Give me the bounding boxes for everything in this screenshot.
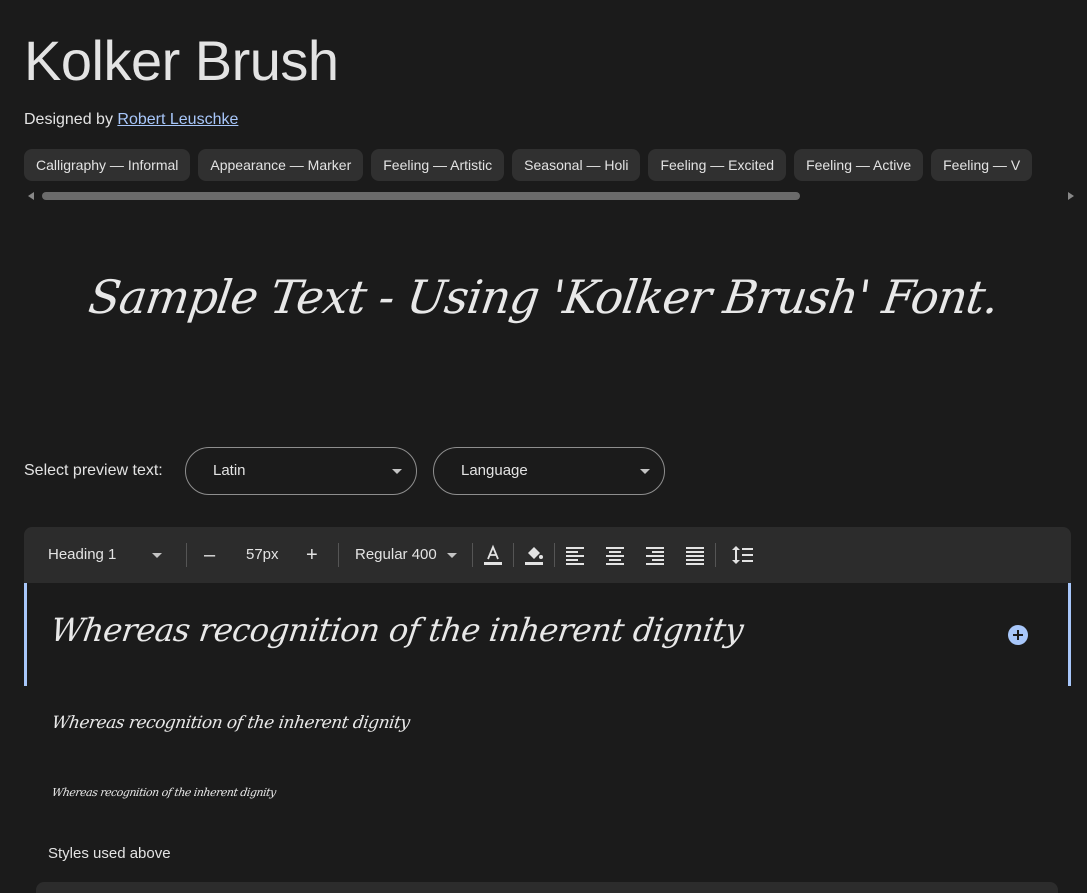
language-select-value: Language bbox=[461, 462, 528, 479]
chevron-down-icon bbox=[392, 469, 402, 474]
divider bbox=[338, 543, 339, 567]
weight-select[interactable]: Regular 400 bbox=[355, 527, 465, 583]
designed-by-label: Designed by bbox=[24, 111, 113, 128]
divider bbox=[513, 543, 514, 567]
sample-row-active[interactable]: Whereas recognition of the inherent dign… bbox=[24, 583, 1071, 686]
script-select[interactable]: Latin bbox=[185, 447, 417, 495]
tag-chip[interactable]: Feeling — Artistic bbox=[371, 149, 505, 181]
increase-size-button[interactable]: + bbox=[306, 527, 326, 583]
sample-medium-text[interactable]: Whereas recognition of the inherent dign… bbox=[51, 713, 411, 733]
weight-select-value: Regular 400 bbox=[355, 546, 437, 563]
tag-chip[interactable]: Appearance — Marker bbox=[198, 149, 364, 181]
chevron-down-icon bbox=[446, 552, 457, 558]
align-center-icon[interactable] bbox=[603, 543, 627, 567]
divider bbox=[554, 543, 555, 567]
divider bbox=[186, 543, 187, 567]
designer-line: Designed by Robert Leuschke bbox=[24, 111, 238, 129]
highlight-color-icon[interactable] bbox=[522, 543, 546, 567]
font-size-value[interactable]: 57px bbox=[246, 527, 279, 583]
scroll-left-arrow-icon[interactable] bbox=[28, 192, 34, 200]
sample-small-text[interactable]: Whereas recognition of the inherent dign… bbox=[51, 786, 277, 799]
align-left-icon[interactable] bbox=[563, 543, 587, 567]
designer-link[interactable]: Robert Leuschke bbox=[117, 111, 238, 128]
sample-heading-text[interactable]: Whereas recognition of the inherent dign… bbox=[48, 611, 745, 649]
decrease-size-button[interactable]: – bbox=[204, 527, 224, 583]
tag-scrollbar[interactable] bbox=[24, 190, 1074, 202]
add-style-icon[interactable] bbox=[1008, 625, 1028, 645]
text-color-icon[interactable] bbox=[481, 543, 505, 567]
script-select-value: Latin bbox=[213, 462, 246, 479]
tag-chip[interactable]: Calligraphy — Informal bbox=[24, 149, 191, 181]
chevron-down-icon bbox=[152, 553, 162, 558]
language-select[interactable]: Language bbox=[433, 447, 665, 495]
divider bbox=[715, 543, 716, 567]
divider bbox=[472, 543, 473, 567]
chevron-down-icon bbox=[640, 469, 650, 474]
style-select[interactable]: Heading 1 bbox=[48, 527, 188, 583]
preview-text-label: Select preview text: bbox=[24, 462, 163, 479]
align-right-icon[interactable] bbox=[643, 543, 667, 567]
line-height-icon[interactable] bbox=[731, 543, 755, 567]
styles-used-label: Styles used above bbox=[48, 845, 171, 862]
tag-chip[interactable]: Seasonal — Holi bbox=[512, 149, 641, 181]
tag-chip[interactable]: Feeling — Excited bbox=[648, 149, 787, 181]
scroll-right-arrow-icon[interactable] bbox=[1068, 192, 1074, 200]
tag-list: Calligraphy — Informal Appearance — Marke… bbox=[24, 149, 1087, 181]
hero-sample-text: Sample Text - Using 'Kolker Brush' Font. bbox=[85, 270, 1002, 324]
font-title: Kolker Brush bbox=[24, 29, 339, 92]
tag-chip[interactable]: Feeling — Active bbox=[794, 149, 924, 181]
align-justify-icon[interactable] bbox=[683, 543, 707, 567]
tag-chip[interactable]: Feeling — V bbox=[931, 149, 1033, 181]
style-select-value: Heading 1 bbox=[48, 546, 117, 563]
styles-panel bbox=[36, 882, 1058, 893]
type-tester-toolbar: Heading 1 – 57px + Regular 400 bbox=[24, 527, 1071, 583]
scrollbar-thumb[interactable] bbox=[42, 192, 800, 200]
